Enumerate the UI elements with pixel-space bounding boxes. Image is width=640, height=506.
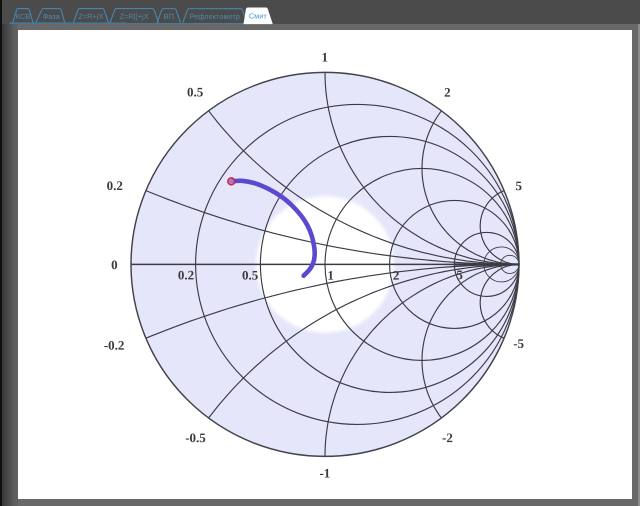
svg-text:5: 5 <box>456 267 463 282</box>
svg-text:-5: -5 <box>513 336 524 351</box>
svg-text:0.5: 0.5 <box>187 84 204 99</box>
svg-text:1: 1 <box>327 268 334 283</box>
svg-text:-0.5: -0.5 <box>185 430 206 445</box>
svg-text:Смит: Смит <box>249 12 268 21</box>
svg-text:-2: -2 <box>442 430 453 445</box>
svg-text:Фаза: Фаза <box>43 12 61 21</box>
svg-text:-0.2: -0.2 <box>104 338 125 353</box>
svg-text:0.5: 0.5 <box>242 267 259 282</box>
svg-text:-1: -1 <box>319 465 330 480</box>
svg-text:Z=R+jX: Z=R+jX <box>78 12 103 21</box>
svg-text:0: 0 <box>111 257 118 272</box>
svg-text:ВП: ВП <box>164 12 174 21</box>
svg-text:2: 2 <box>444 85 451 100</box>
svg-text:2: 2 <box>393 268 400 283</box>
svg-text:Рефлектометр: Рефлектометр <box>190 12 240 21</box>
svg-text:Z=R||+jX: Z=R||+jX <box>120 12 149 21</box>
svg-text:КСВ: КСВ <box>16 12 31 21</box>
svg-text:0.2: 0.2 <box>107 178 123 193</box>
svg-text:5: 5 <box>515 178 522 193</box>
svg-text:0.2: 0.2 <box>178 267 194 282</box>
svg-text:1: 1 <box>322 49 329 64</box>
